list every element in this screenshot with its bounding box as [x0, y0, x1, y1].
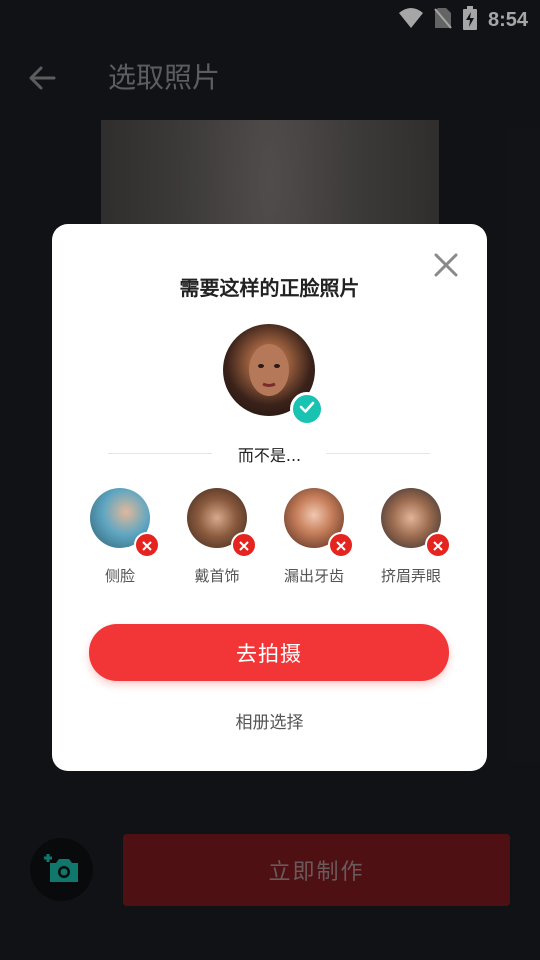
face-photo-dialog: 需要这样的正脸照片 而不是... 侧脸 戴首饰 漏出牙齿 挤眉弄眼 去拍摄 相册…	[52, 224, 487, 771]
x-badge	[328, 532, 354, 558]
x-icon	[239, 536, 249, 555]
go-shoot-button[interactable]: 去拍摄	[89, 624, 449, 681]
x-icon	[433, 536, 443, 555]
bad-example-label: 漏出牙齿	[283, 567, 344, 585]
bad-example-item: 挤眉弄眼	[371, 488, 451, 585]
x-icon	[336, 536, 346, 555]
x-icon	[142, 536, 152, 555]
check-badge	[290, 392, 324, 426]
x-badge	[134, 532, 160, 558]
bad-example-item: 漏出牙齿	[274, 488, 354, 585]
x-badge	[231, 532, 257, 558]
check-icon	[298, 398, 316, 420]
bad-example-item: 侧脸	[80, 488, 160, 585]
dialog-title: 需要这样的正脸照片	[179, 276, 360, 300]
bad-example-item: 戴首饰	[177, 488, 257, 585]
bad-example-label: 挤眉弄眼	[380, 567, 441, 585]
bad-example-label: 戴首饰	[194, 567, 240, 585]
divider-text: 而不是...	[237, 446, 302, 465]
album-select-link[interactable]: 相册选择	[52, 708, 487, 733]
bad-example-label: 侧脸	[104, 567, 135, 585]
x-badge	[425, 532, 451, 558]
